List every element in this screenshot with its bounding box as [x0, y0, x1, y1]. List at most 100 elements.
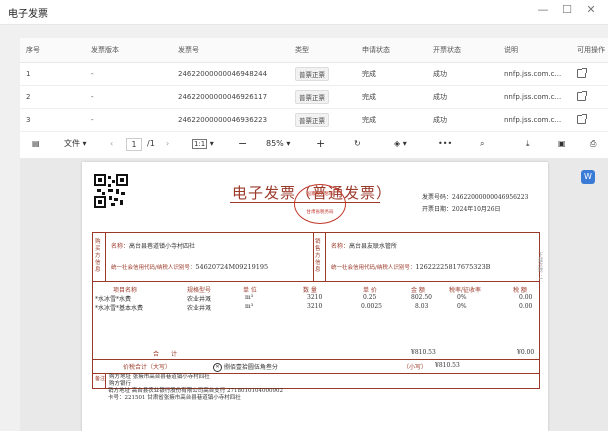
file-menu[interactable]: 文件 ▾ [64, 138, 87, 150]
cell-type: 普票正票 [289, 108, 356, 132]
col-spec: 规格型号 [187, 287, 212, 294]
sum-mark-icon: ✕ [213, 363, 222, 372]
seller-name-value: 高台县友联水管所 [349, 243, 398, 250]
item-tax: 0.00 [519, 294, 533, 301]
item-name: *水冰雪*基本水费 [95, 305, 144, 312]
remarks: 购方地址 张掖市高台县巷道镇小寺村四社 购方银行 [109, 374, 210, 388]
type-badge: 普票正票 [295, 67, 329, 81]
pdf-viewer[interactable]: 电子发票（普通发票） 国家税务总局 甘肃省税务局 发票号码：2462200000… [20, 158, 608, 431]
page-total: /1 [147, 139, 155, 148]
col-header: 可用操作 [571, 38, 608, 63]
item-qty: 3210 [307, 303, 323, 310]
buyer-tax: 统一社会信用代码/纳税人识别号：54620724M09219195 [111, 263, 268, 271]
item-qty: 3210 [307, 294, 323, 301]
cell-note: nnfp.jss.com.c... [498, 62, 571, 86]
zoom-out-icon[interactable]: − [238, 138, 247, 150]
more-icon[interactable]: ••• [438, 138, 452, 150]
search-icon[interactable]: ⌕ [480, 138, 484, 150]
item-price: 0.25 [363, 294, 377, 301]
type-badge: 普票正票 [295, 113, 329, 127]
col-header: 发票版本 [85, 38, 172, 63]
prev-page-icon[interactable]: ‹ [110, 138, 113, 150]
invoice-table: 序号 发票版本 发票号 类型 申请状态 开票状态 说明 可用操作 1 - 246… [20, 38, 608, 132]
content-panel: 序号 发票版本 发票号 类型 申请状态 开票状态 说明 可用操作 1 - 246… [20, 38, 608, 431]
item-tax: 0.00 [519, 303, 533, 310]
close-icon[interactable]: ✕ [584, 3, 598, 16]
item-unit: m³ [245, 294, 254, 301]
buyer-name-label: 名称： [111, 243, 130, 250]
open-link-icon[interactable] [577, 90, 587, 101]
sum-words: ✕ 捌佰壹拾圆伍角叁分 [213, 362, 278, 372]
remark-line: 购方地址 张掖市高台县巷道镇小寺村四社 [109, 374, 210, 380]
item-spec: 农业井溉 [187, 305, 212, 312]
rotate-icon[interactable]: ↻ [354, 138, 361, 150]
zoom-in-icon[interactable]: + [316, 138, 325, 150]
invoice-page: 电子发票（普通发票） 国家税务总局 甘肃省税务局 发票号码：2462200000… [82, 162, 548, 431]
table-row[interactable]: 1 - 24622000000046948244 普票正票 完成 成功 nnfp… [20, 62, 608, 86]
cell-apply: 完成 [356, 108, 427, 132]
col-amount: 金 额 [411, 287, 425, 294]
next-page-icon[interactable]: › [166, 138, 169, 150]
page-input[interactable]: 1 [126, 138, 142, 151]
remark-line: 销方地址 高台县农业银行股份有限公司高台支行 2718010104000902 [108, 388, 283, 394]
qr-code-icon [94, 174, 128, 208]
item-rate: 0% [457, 303, 467, 310]
minimize-icon[interactable]: — [536, 3, 550, 16]
col-header: 序号 [20, 38, 85, 63]
seller-section-label: 销售方信息 [315, 239, 321, 273]
seller-tax: 统一社会信用代码/纳税人识别号：12622225817675323B [331, 263, 490, 271]
cell-type: 普票正票 [289, 85, 356, 109]
table-row[interactable]: 3 - 24622000000046936223 普票正票 完成 成功 nnfp… [20, 108, 608, 132]
invoice-date: 开票日期：2024年10月26日 [422, 204, 501, 213]
table-header-row: 序号 发票版本 发票号 类型 申请状态 开票状态 说明 可用操作 [20, 38, 608, 63]
open-link-icon[interactable] [577, 67, 587, 78]
total-amount: ¥810.53 [411, 349, 436, 356]
window-title: 电子发票 [8, 9, 48, 20]
col-rate: 税率/征收率 [449, 287, 482, 294]
app-window: 电子发票 — ☐ ✕ 序号 发票版本 发票号 类型 申请状态 开票状态 说明 可… [0, 0, 608, 431]
maximize-icon[interactable]: ☐ [560, 3, 574, 16]
sum-label: 价税合计（大写） [123, 364, 172, 371]
seller-name: 名称：高台县友联水管所 [331, 241, 397, 250]
floating-doc-icon[interactable]: W [581, 170, 595, 184]
item-spec: 农业井溉 [187, 296, 212, 303]
seller-tax-label: 统一社会信用代码/纳税人识别号： [331, 265, 416, 271]
grid-line [313, 233, 314, 281]
zoom-value: 85% [266, 139, 284, 148]
table-row[interactable]: 2 - 24622000000046926117 普票正票 完成 成功 nnfp… [20, 85, 608, 109]
cell-version: - [85, 108, 172, 132]
item-amount: 8.03 [415, 303, 429, 310]
grid-line [105, 233, 106, 281]
save-icon[interactable]: ▣ [558, 138, 566, 150]
cell-action [571, 62, 608, 86]
print-icon[interactable]: ⎙ [590, 138, 596, 150]
col-header: 开票状态 [427, 38, 498, 63]
zoom-select[interactable]: 85% ▾ [266, 138, 290, 150]
sum-words-value: 捌佰壹拾圆伍角叁分 [223, 364, 278, 371]
grid-line [93, 281, 539, 282]
invoice-date-value: 2024年10月26日 [452, 206, 501, 213]
title-bar: 电子发票 — ☐ ✕ [0, 0, 608, 25]
col-unit: 单 位 [243, 287, 257, 294]
invoice-number-label: 发票号码： [422, 194, 453, 201]
cell-note: nnfp.jss.com.c... [498, 108, 571, 132]
grid-line [325, 233, 326, 281]
download-icon[interactable]: ⤓ [526, 138, 530, 150]
remark-line: 购方银行 [109, 381, 132, 387]
fill-color-icon[interactable]: ◈ ▾ [394, 138, 407, 150]
cell-version: - [85, 62, 172, 86]
cell-apply: 完成 [356, 62, 427, 86]
seller-tax-value: 12622225817675323B [415, 263, 491, 271]
buyer-tax-value: 54620724M09219195 [195, 263, 269, 271]
file-menu-label: 文件 [64, 139, 80, 148]
buyer-name-value: 高台县巷道镇小寺村四社 [129, 243, 196, 250]
cell-no: 2 [20, 85, 85, 109]
col-header: 类型 [289, 38, 356, 63]
open-link-icon[interactable] [577, 113, 587, 124]
stamp-bottom-text: 甘肃省税务局 [306, 210, 334, 215]
small-label: （小写） [403, 364, 428, 371]
sidebar-toggle-icon[interactable]: ▤ [32, 138, 40, 150]
cell-no: 3 [20, 108, 85, 132]
stamp-top-text: 国家税务总局 [306, 192, 334, 197]
fit-select[interactable]: 1:1 ▾ [192, 138, 214, 150]
